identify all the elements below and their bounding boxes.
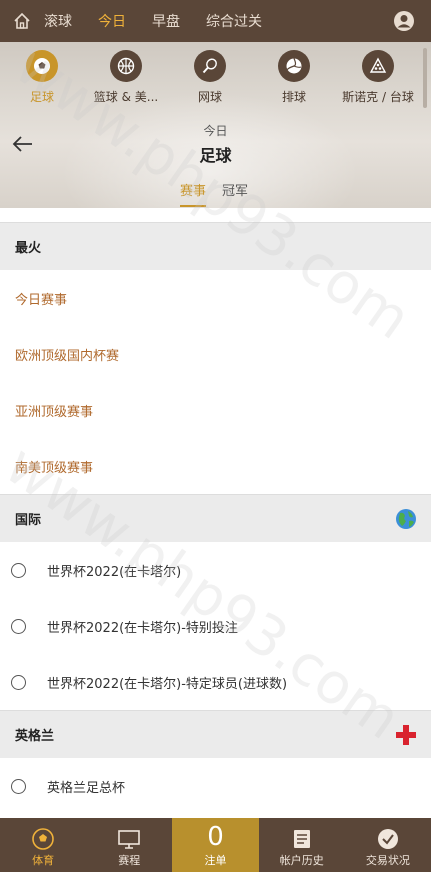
- list-item[interactable]: 英格兰足总杯: [0, 758, 431, 814]
- sport-scrollbar[interactable]: [423, 48, 427, 108]
- bottom-nav-status[interactable]: 交易状况: [345, 818, 431, 872]
- sport-label: 网球: [197, 90, 222, 104]
- monitor-icon: [118, 830, 141, 849]
- sport-item-soccer[interactable]: 足球: [0, 50, 84, 105]
- globe-icon: [396, 509, 416, 529]
- list-item-label: 英格兰足总杯: [47, 780, 126, 796]
- bottom-nav-sports[interactable]: 体育: [0, 818, 86, 872]
- radio-button[interactable]: [11, 674, 26, 690]
- soccer-ball-icon: [34, 58, 50, 74]
- home-button[interactable]: [0, 0, 44, 42]
- list-item[interactable]: 世界杯2022(在卡塔尔): [0, 542, 431, 598]
- radio-button[interactable]: [11, 778, 26, 794]
- sport-item-snooker[interactable]: 斯诺克 / 台球: [336, 50, 420, 105]
- tab-today[interactable]: 今日: [98, 11, 126, 31]
- bottom-nav-label: 体育: [32, 854, 55, 867]
- england-cross-icon: [396, 725, 416, 745]
- bottom-nav-schedule[interactable]: 赛程: [86, 818, 172, 872]
- radio-button[interactable]: [11, 618, 26, 634]
- sport-label: 篮球 & 美...: [93, 90, 159, 104]
- home-icon: [14, 12, 30, 29]
- sport-header: 足球 篮球 & 美... 网球 排球 斯诺克 / 台球 今日 足球 赛事 冠军: [0, 42, 431, 208]
- list-item-label: 世界杯2022(在卡塔尔)-特别投注: [47, 620, 238, 636]
- sport-item-tennis[interactable]: 网球: [168, 50, 252, 105]
- check-circle-icon: [377, 829, 398, 849]
- match-tabs: 赛事 冠军: [180, 180, 264, 207]
- sport-label: 排球: [281, 90, 306, 104]
- document-icon: [293, 830, 310, 848]
- section-title: 英格兰: [15, 729, 55, 744]
- bet-count: 0: [207, 822, 224, 852]
- bottom-nav-history[interactable]: 帐户历史: [259, 818, 345, 872]
- tennis-icon: [202, 58, 217, 74]
- bottom-nav: 体育 赛程 0 注单 帐户历史 交易状况: [0, 818, 431, 872]
- competition-list: 最火 今日赛事 欧洲顶级国内杯赛 亚洲顶级赛事 南美顶级赛事 国际 世界杯202…: [0, 222, 431, 814]
- page-subtitle: 今日: [203, 124, 228, 138]
- page-title: 足球: [199, 146, 232, 165]
- radio-button[interactable]: [11, 562, 26, 578]
- tab-inplay[interactable]: 滚球: [44, 11, 72, 31]
- list-item[interactable]: 世界杯2022(在卡塔尔)-特别投注: [0, 598, 431, 654]
- section-header-england[interactable]: 英格兰: [0, 710, 431, 758]
- sport-item-basketball[interactable]: 篮球 & 美...: [84, 50, 168, 105]
- list-item-label: 世界杯2022(在卡塔尔): [47, 564, 182, 580]
- bottom-nav-label: 注单: [204, 854, 227, 867]
- list-item[interactable]: 欧洲顶级国内杯赛: [0, 326, 431, 382]
- snooker-icon: [369, 57, 387, 73]
- top-nav: 滚球 今日 早盘 综合过关: [0, 0, 431, 42]
- sport-selector: 足球 篮球 & 美... 网球 排球 斯诺克 / 台球: [0, 50, 431, 105]
- sport-label: 斯诺克 / 台球: [342, 90, 414, 104]
- section-title: 最火: [15, 241, 42, 256]
- bottom-nav-label: 帐户历史: [279, 854, 324, 867]
- bottom-nav-betslip[interactable]: 0 注单: [172, 818, 259, 872]
- section-title: 国际: [15, 513, 42, 528]
- tab-parlay[interactable]: 综合过关: [206, 11, 262, 31]
- list-item-label: 世界杯2022(在卡塔尔)-特定球员(进球数): [47, 676, 288, 692]
- section-header-international[interactable]: 国际: [0, 494, 431, 542]
- bottom-nav-label: 交易状况: [365, 854, 410, 867]
- volleyball-icon: [286, 58, 302, 74]
- sport-label: 足球: [29, 90, 54, 104]
- sport-item-volleyball[interactable]: 排球: [252, 50, 336, 105]
- tab-matches[interactable]: 赛事: [180, 180, 207, 207]
- section-header-hot: 最火: [0, 222, 431, 270]
- tab-early[interactable]: 早盘: [152, 11, 180, 31]
- list-item[interactable]: 南美顶级赛事: [0, 438, 431, 494]
- bottom-nav-label: 赛程: [118, 854, 141, 867]
- tab-outright[interactable]: 冠军: [222, 180, 248, 207]
- list-item[interactable]: 世界杯2022(在卡塔尔)-特定球员(进球数): [0, 654, 431, 710]
- list-item[interactable]: 今日赛事: [0, 270, 431, 326]
- list-item[interactable]: 亚洲顶级赛事: [0, 382, 431, 438]
- user-icon[interactable]: [393, 10, 415, 32]
- soccer-ball-icon: [32, 828, 54, 850]
- basketball-icon: [117, 57, 135, 75]
